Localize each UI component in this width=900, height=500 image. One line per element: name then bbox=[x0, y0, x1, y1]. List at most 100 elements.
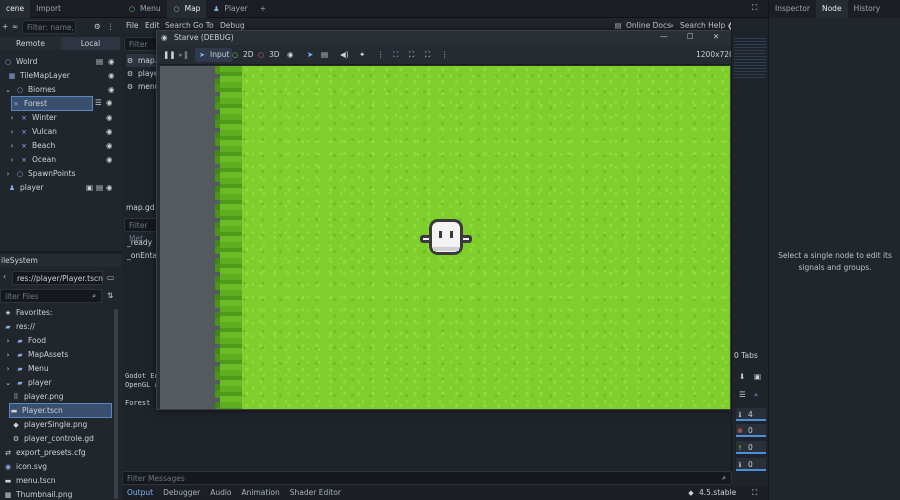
tree-node-forest[interactable]: ⨯ Forest bbox=[11, 96, 93, 111]
filter-icon[interactable]: ☰ bbox=[739, 390, 746, 399]
add-tab-button[interactable]: + bbox=[254, 0, 272, 18]
online-docs-link[interactable]: ▤ Online Docs bbox=[614, 21, 671, 30]
tree-node-tilemaplayer[interactable]: ▦ TileMapLayer ◉ bbox=[8, 69, 120, 82]
menu-file[interactable]: File bbox=[126, 21, 139, 30]
script-icon[interactable]: ⚙ bbox=[94, 22, 101, 31]
tab-map[interactable]: ○ Map bbox=[166, 0, 207, 18]
res-root[interactable]: ▰ res:// bbox=[4, 320, 35, 333]
script-attached-icon[interactable]: ▤ bbox=[96, 181, 103, 194]
search-icon[interactable]: ⌕ bbox=[754, 390, 758, 400]
input-mode-button[interactable]: ➤ Input bbox=[195, 48, 233, 62]
tab-player[interactable]: ♟ Player bbox=[206, 0, 253, 18]
step-icon[interactable]: ▸❚ bbox=[179, 50, 189, 59]
scrollbar[interactable] bbox=[114, 309, 118, 499]
signal-icon[interactable]: ☰ bbox=[95, 98, 102, 107]
list-item[interactable]: › ▰ Food bbox=[4, 334, 46, 347]
minimize-icon[interactable]: — bbox=[660, 32, 668, 41]
list-item[interactable]: ▦ Thumbnail.png bbox=[4, 488, 73, 500]
path-field[interactable]: res://player/Player.tscn bbox=[12, 271, 103, 285]
local-button[interactable]: Local bbox=[61, 37, 120, 50]
list-item[interactable]: ▬ Player.tscn bbox=[9, 403, 112, 418]
list-item[interactable]: › ▰ Menu bbox=[4, 362, 49, 375]
split-view-icon[interactable]: ▭ bbox=[107, 273, 114, 282]
message-count-badge[interactable]: ℹ4 bbox=[736, 408, 766, 421]
tree-node-ocean[interactable]: › ⨯ Ocean ◉ bbox=[8, 153, 120, 166]
list-item[interactable]: ◉ icon.svg bbox=[4, 460, 47, 473]
warning-count-badge[interactable]: ! 0 bbox=[736, 441, 766, 454]
tree-node-vulcan[interactable]: › ⨯ Vulcan ◉ bbox=[8, 125, 120, 138]
search-icon[interactable]: ⌕ bbox=[722, 473, 726, 483]
visibility-icon[interactable]: ◉ bbox=[106, 111, 113, 124]
note-count-badge[interactable]: ℹ0 bbox=[736, 458, 766, 471]
sort-icon[interactable]: ⇅ bbox=[107, 291, 113, 300]
visibility-icon[interactable]: ◉ bbox=[108, 69, 115, 82]
tree-node-beach[interactable]: › ⨯ Beach ◉ bbox=[8, 139, 120, 152]
list-icon[interactable]: ▤ bbox=[321, 50, 328, 59]
close-icon[interactable]: ✕ bbox=[713, 32, 719, 41]
list-item[interactable]: ◆ playerSingle.png bbox=[12, 418, 87, 431]
scene-instance-icon[interactable]: ▣ bbox=[86, 181, 93, 194]
script-item-map[interactable]: ⚙ map.g bbox=[126, 54, 162, 67]
minimap[interactable] bbox=[734, 38, 766, 78]
visibility-icon[interactable]: ◉ bbox=[106, 181, 113, 194]
menu-dots-icon[interactable]: ⋮ bbox=[107, 22, 115, 31]
visibility-icon[interactable]: ◉ bbox=[108, 83, 115, 96]
tab-audio[interactable]: Audio bbox=[205, 486, 236, 500]
tab-history[interactable]: History bbox=[848, 0, 887, 18]
script-attached-icon[interactable]: ▤ bbox=[96, 55, 103, 68]
fit-icon[interactable]: ⛶ bbox=[409, 50, 414, 60]
tab-animation[interactable]: Animation bbox=[237, 486, 285, 500]
tab-shader-editor[interactable]: Shader Editor bbox=[285, 486, 346, 500]
select-cursor-icon[interactable]: ➤ bbox=[307, 50, 313, 59]
menu-dots-icon[interactable]: ⋮ bbox=[377, 50, 385, 59]
tab-scene[interactable]: cene bbox=[0, 0, 31, 18]
script-item-menu[interactable]: ⚙ menu bbox=[126, 80, 160, 93]
error-count-badge[interactable]: ⊗ 0 bbox=[736, 424, 766, 437]
speaker-icon[interactable]: ◀) bbox=[340, 50, 349, 59]
list-item[interactable]: ▬ menu.tscn bbox=[4, 474, 56, 487]
tab-inspector[interactable]: Inspector bbox=[769, 0, 816, 18]
visibility-icon[interactable]: ◉ bbox=[106, 98, 113, 107]
layout-icon[interactable]: ⛶ bbox=[752, 486, 757, 500]
filter-methods-input[interactable]: Filter Met bbox=[124, 218, 158, 243]
tab-node[interactable]: Node bbox=[815, 0, 848, 18]
remote-button[interactable]: Remote bbox=[0, 37, 61, 50]
link-icon[interactable]: ∞ bbox=[12, 22, 20, 31]
fullscreen-icon[interactable]: ⛶ bbox=[425, 50, 430, 60]
method-ready[interactable]: _ready bbox=[127, 236, 152, 249]
visibility-icon[interactable]: ◉ bbox=[287, 50, 294, 59]
frame-icon[interactable]: ⛶ bbox=[393, 50, 398, 60]
menu-edit[interactable]: Edit bbox=[145, 21, 160, 30]
add-node-icon[interactable]: + bbox=[2, 22, 10, 31]
list-item[interactable]: ⌄ ▰ player bbox=[4, 376, 52, 389]
tree-node-player[interactable]: ♟ player ▣ ▤ ◉ bbox=[8, 181, 120, 194]
menu-goto[interactable]: Go To bbox=[193, 21, 214, 30]
menu-search[interactable]: Search bbox=[165, 21, 191, 30]
list-item[interactable]: ⇄ export_presets.cfg bbox=[4, 446, 86, 459]
pin-icon[interactable]: ⬇ bbox=[739, 372, 745, 381]
favorites-header[interactable]: ★ Favorites: bbox=[4, 306, 53, 319]
menu-debug[interactable]: Debug bbox=[220, 21, 245, 30]
scene-filter-input[interactable]: Filter: name, t:t bbox=[22, 20, 76, 45]
visibility-icon[interactable]: ◉ bbox=[106, 153, 113, 166]
back-icon[interactable]: ‹ bbox=[3, 272, 6, 281]
tab-debugger[interactable]: Debugger bbox=[158, 486, 205, 500]
embed-icon[interactable]: ✦ bbox=[359, 50, 365, 59]
filter-scripts-input[interactable]: Filter Scr bbox=[124, 37, 158, 62]
search-icon[interactable]: ⌕ bbox=[92, 291, 96, 301]
search-help-link[interactable]: ⌕ Search Help bbox=[668, 21, 725, 30]
list-item[interactable]: ⚙ player_controle.gd bbox=[12, 432, 94, 445]
visibility-icon[interactable]: ◉ bbox=[108, 55, 115, 68]
pause-icon[interactable]: ❚❚ bbox=[163, 50, 176, 59]
tab-import[interactable]: Import bbox=[30, 0, 67, 18]
menu-dots-icon[interactable]: ⋮ bbox=[441, 50, 449, 59]
tab-output[interactable]: Output bbox=[122, 486, 158, 500]
tree-node-wolrd[interactable]: ○ Wolrd ▤ ◉ bbox=[4, 55, 120, 68]
3d-mode-button[interactable]: ○ 3D bbox=[257, 50, 280, 59]
game-viewport[interactable] bbox=[160, 66, 730, 409]
visibility-icon[interactable]: ◉ bbox=[106, 125, 113, 138]
list-item[interactable]: ⠿ player.png bbox=[12, 390, 63, 403]
copy-icon[interactable]: ▣ bbox=[754, 372, 761, 381]
maximize-icon[interactable]: ☐ bbox=[687, 32, 694, 41]
tree-node-biomes[interactable]: ⌄ ○ Biomes ◉ bbox=[4, 83, 120, 96]
